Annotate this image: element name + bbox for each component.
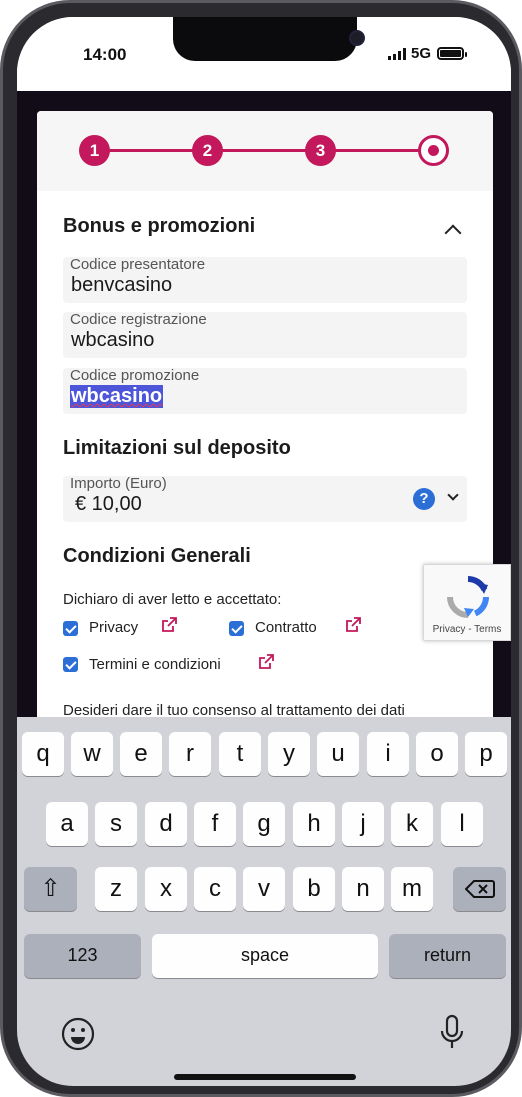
field-value[interactable]: wbcasino bbox=[71, 329, 154, 352]
signal-icon bbox=[388, 48, 406, 60]
network-type: 5G bbox=[411, 45, 432, 62]
emoji-icon[interactable] bbox=[61, 1017, 95, 1051]
backspace-key[interactable] bbox=[453, 867, 506, 911]
stepper: 1 2 3 bbox=[37, 111, 493, 191]
backspace-icon bbox=[464, 880, 495, 898]
registration-code-field[interactable]: Codice registrazione wbcasino bbox=[63, 311, 467, 358]
registration-card: 1 2 3 Bonus e promozioni Codice presenta… bbox=[37, 111, 493, 811]
recaptcha-icon bbox=[447, 576, 489, 618]
bonus-section-title: Bonus e promozioni bbox=[63, 215, 256, 237]
external-link-icon[interactable] bbox=[258, 654, 274, 670]
camera-icon bbox=[349, 30, 365, 46]
key-n[interactable]: n bbox=[342, 867, 384, 911]
chevron-up-icon[interactable] bbox=[444, 224, 462, 242]
status-time: 14:00 bbox=[83, 45, 127, 64]
key-t[interactable]: t bbox=[219, 732, 261, 776]
field-label: Codice promozione bbox=[70, 367, 200, 384]
screen: 14:00 5G 1 2 3 Bonus e promozioni Codice… bbox=[17, 17, 511, 1086]
contract-checkbox[interactable] bbox=[229, 621, 244, 636]
key-j[interactable]: j bbox=[342, 802, 384, 846]
battery-icon bbox=[437, 47, 467, 60]
step-2[interactable]: 2 bbox=[192, 135, 223, 166]
external-link-icon[interactable] bbox=[161, 617, 177, 633]
key-e[interactable]: e bbox=[120, 732, 162, 776]
step-3[interactable]: 3 bbox=[305, 135, 336, 166]
recaptcha-links[interactable]: Privacy - Terms bbox=[424, 624, 510, 635]
key-m[interactable]: m bbox=[391, 867, 433, 911]
keyboard: q w e r t y u i o p a s d f g h j k l ⇧ … bbox=[17, 717, 511, 1086]
key-i[interactable]: i bbox=[367, 732, 409, 776]
step-1[interactable]: 1 bbox=[79, 135, 110, 166]
conditions-section-title: Condizioni Generali bbox=[63, 545, 251, 567]
key-f[interactable]: f bbox=[194, 802, 236, 846]
key-p[interactable]: p bbox=[465, 732, 507, 776]
terms-checkbox[interactable] bbox=[63, 657, 78, 672]
key-u[interactable]: u bbox=[317, 732, 359, 776]
field-label: Importo (Euro) bbox=[70, 475, 167, 492]
stepper-line bbox=[97, 149, 437, 152]
key-x[interactable]: x bbox=[145, 867, 187, 911]
key-o[interactable]: o bbox=[416, 732, 458, 776]
help-icon[interactable]: ? bbox=[413, 488, 435, 510]
home-indicator bbox=[174, 1074, 356, 1080]
key-q[interactable]: q bbox=[22, 732, 64, 776]
microphone-icon[interactable] bbox=[438, 1014, 466, 1052]
external-link-icon[interactable] bbox=[345, 617, 361, 633]
notch bbox=[173, 17, 365, 61]
deposit-amount-select[interactable]: Importo (Euro) € 10,00 ? bbox=[63, 475, 467, 522]
key-w[interactable]: w bbox=[71, 732, 113, 776]
space-key[interactable]: space bbox=[152, 934, 378, 978]
field-value[interactable]: € 10,00 bbox=[75, 493, 142, 516]
key-b[interactable]: b bbox=[293, 867, 335, 911]
key-y[interactable]: y bbox=[268, 732, 310, 776]
chevron-down-icon[interactable] bbox=[447, 489, 459, 501]
shift-key[interactable]: ⇧ bbox=[24, 867, 77, 911]
status-bar: 14:00 5G bbox=[17, 17, 511, 91]
key-r[interactable]: r bbox=[169, 732, 211, 776]
privacy-checkbox[interactable] bbox=[63, 621, 78, 636]
key-z[interactable]: z bbox=[95, 867, 137, 911]
return-key[interactable]: return bbox=[389, 934, 506, 978]
field-value-selected[interactable]: wbcasino bbox=[70, 385, 164, 408]
numbers-key[interactable]: 123 bbox=[24, 934, 141, 978]
step-current bbox=[418, 135, 449, 166]
field-value[interactable]: benvcasino bbox=[71, 274, 172, 297]
terms-label[interactable]: Termini e condizioni bbox=[89, 656, 221, 673]
key-k[interactable]: k bbox=[391, 802, 433, 846]
key-g[interactable]: g bbox=[243, 802, 285, 846]
privacy-label[interactable]: Privacy bbox=[89, 619, 138, 636]
key-s[interactable]: s bbox=[95, 802, 137, 846]
promo-code-field[interactable]: Codice promozione wbcasino bbox=[63, 367, 467, 414]
key-l[interactable]: l bbox=[441, 802, 483, 846]
referrer-code-field[interactable]: Codice presentatore benvcasino bbox=[63, 256, 467, 303]
key-d[interactable]: d bbox=[145, 802, 187, 846]
key-a[interactable]: a bbox=[46, 802, 88, 846]
phone-frame: 14:00 5G 1 2 3 Bonus e promozioni Codice… bbox=[0, 0, 522, 1097]
deposit-section-title: Limitazioni sul deposito bbox=[63, 437, 291, 459]
key-h[interactable]: h bbox=[293, 802, 335, 846]
field-label: Codice registrazione bbox=[70, 311, 207, 328]
declaration-text: Dichiaro di aver letto e accettato: bbox=[63, 591, 282, 608]
contract-label[interactable]: Contratto bbox=[255, 619, 317, 636]
key-v[interactable]: v bbox=[243, 867, 285, 911]
key-c[interactable]: c bbox=[194, 867, 236, 911]
field-label: Codice presentatore bbox=[70, 256, 206, 273]
recaptcha-badge[interactable]: Privacy - Terms bbox=[423, 564, 511, 641]
